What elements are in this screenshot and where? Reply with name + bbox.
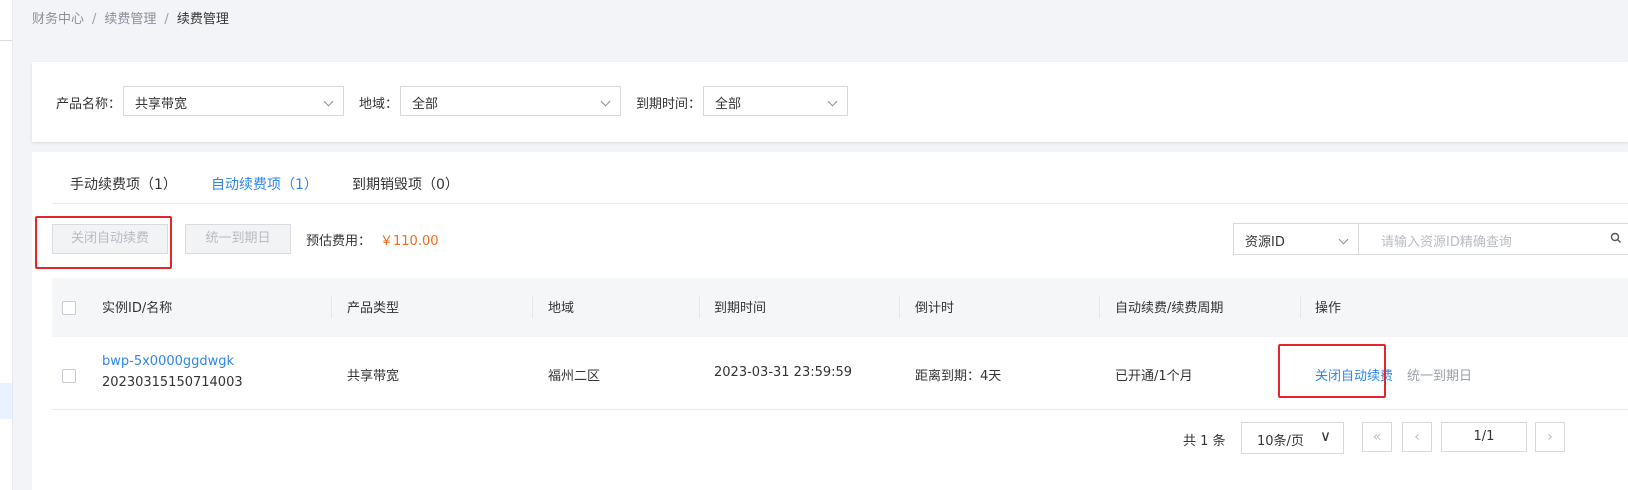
region-label: 地域：: [359, 97, 399, 112]
row-unify-expire-day-link[interactable]: 统一到期日: [1407, 365, 1472, 384]
select-all-checkbox[interactable]: [62, 301, 76, 315]
col-instance: 实例ID/名称: [102, 301, 173, 316]
search-icon[interactable]: [1610, 232, 1622, 244]
column-separator: [331, 296, 332, 318]
chevron-down-icon: [1338, 234, 1349, 245]
sidebar-active-indicator: [0, 383, 12, 419]
row-checkbox[interactable]: [62, 369, 76, 383]
product-type-cell: 共享带宽: [347, 369, 400, 384]
product-name-value: 共享带宽: [135, 97, 188, 112]
region-value: 全部: [412, 97, 439, 112]
breadcrumb-separator: /: [164, 12, 169, 27]
tab-divider: [52, 203, 1628, 204]
highlight-box-toolbar: [35, 216, 172, 269]
expire-time-cell: 2023-03-31 23:59:59: [714, 365, 853, 380]
column-separator: [1099, 296, 1100, 318]
breadcrumb: 财务中心 / 续费管理 / 续费管理: [32, 8, 229, 27]
breadcrumb-separator: /: [92, 12, 97, 27]
region-select[interactable]: 全部: [400, 86, 621, 116]
search-placeholder: 请输入资源ID精确查询: [1381, 235, 1512, 250]
search-field-value: 资源ID: [1245, 235, 1285, 250]
col-auto-renew: 自动续费/续费周期: [1115, 301, 1224, 316]
breadcrumb-item-finance-center[interactable]: 财务中心: [32, 12, 84, 27]
column-separator: [699, 296, 700, 318]
column-separator: [1300, 296, 1301, 318]
col-region: 地域: [548, 301, 575, 316]
filter-panel: 产品名称： 共享带宽 地域： 全部 到期时间： 全部: [32, 62, 1628, 142]
next-page-icon[interactable]: ›: [1535, 422, 1565, 452]
col-countdown: 倒计时: [915, 301, 955, 316]
column-separator: [899, 296, 900, 318]
renewal-list-panel: 手动续费项（1） 自动续费项（1） 到期销毁项（0） 关闭自动续费 统一到期日 …: [32, 152, 1628, 490]
column-separator: [532, 296, 533, 318]
product-name-select[interactable]: 共享带宽: [123, 86, 344, 116]
region-cell: 福州二区: [548, 369, 601, 384]
chevron-down-icon: [323, 96, 334, 107]
table-row: bwp-5x0000ggdwgk 20230315150714003 共享带宽 …: [52, 337, 1628, 410]
first-page-icon[interactable]: «: [1362, 422, 1392, 452]
tab-auto-renewal[interactable]: 自动续费项（1）: [211, 174, 318, 194]
estimate-fee-value: ￥110.00: [380, 234, 439, 249]
col-product-type: 产品类型: [347, 301, 400, 316]
countdown-cell: 距离到期：4天: [915, 369, 1002, 384]
auto-renew-cell: 已开通/1个月: [1115, 369, 1193, 384]
expire-time-value: 全部: [715, 97, 742, 112]
search-field-select[interactable]: 资源ID: [1233, 223, 1359, 255]
tab-manual-renewal[interactable]: 手动续费项（1）: [70, 174, 177, 194]
left-sidebar-edge: [0, 0, 13, 490]
sidebar-divider: [0, 40, 12, 41]
table-header: 实例ID/名称 产品类型 地域 到期时间 倒计时 自动续费/续费周期 操作: [52, 278, 1628, 337]
page-indicator[interactable]: 1/1: [1441, 422, 1527, 452]
resource-id-search-input[interactable]: 请输入资源ID精确查询: [1358, 223, 1628, 255]
prev-page-icon[interactable]: ‹: [1402, 422, 1432, 452]
chevron-down-icon: [827, 96, 838, 107]
unify-expire-day-button[interactable]: 统一到期日: [185, 224, 291, 254]
total-count: 共 1 条: [1183, 434, 1226, 449]
col-actions: 操作: [1315, 301, 1342, 316]
breadcrumb-item-current: 续费管理: [176, 12, 229, 27]
product-name-label: 产品名称：: [56, 97, 122, 112]
col-expire-time: 到期时间: [714, 301, 767, 316]
chevron-down-icon: [600, 96, 611, 107]
expire-time-label: 到期时间：: [636, 97, 702, 112]
highlight-box-row-action: [1278, 344, 1386, 398]
expire-time-select[interactable]: 全部: [703, 86, 848, 116]
page-size-select[interactable]: 10条/页 ∨: [1241, 422, 1344, 454]
chevron-down-icon: ∨: [1320, 427, 1331, 445]
page-size-value: 10条/页: [1257, 434, 1304, 449]
tab-expire-destroy[interactable]: 到期销毁项（0）: [352, 174, 459, 194]
instance-id-link[interactable]: bwp-5x0000ggdwgk: [102, 354, 234, 369]
breadcrumb-item-renewal[interactable]: 续费管理: [104, 12, 156, 27]
estimate-fee-label: 预估费用：: [306, 234, 372, 249]
instance-name: 20230315150714003: [102, 375, 243, 390]
